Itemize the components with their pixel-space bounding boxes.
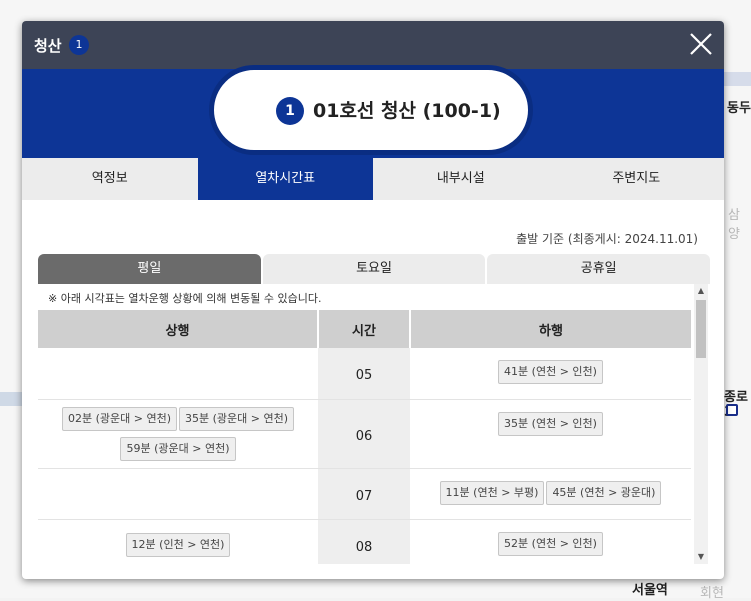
hour-cell: 05 <box>318 348 410 400</box>
map-station-marker <box>726 404 738 416</box>
tab-saturday[interactable]: 토요일 <box>262 254 486 284</box>
up-cell <box>38 468 318 520</box>
map-label: 동두 <box>727 101 751 116</box>
tab-weekday[interactable]: 평일 <box>38 254 261 284</box>
timetable-content: 출발 기준 (최종게시: 2024.11.01) 평일 토요일 공휴일 ※ 아래… <box>22 200 724 564</box>
line-badge: 1 <box>69 35 89 55</box>
scroll-up-icon[interactable]: ▲ <box>694 284 708 298</box>
table-row: 12분 (인천 > 연천) 08 52분 (연천 > 인천) <box>38 519 691 564</box>
down-cell: 11분 (연천 > 부평) 45분 (연천 > 광운대) <box>410 468 691 520</box>
table-row: 05 41분 (연천 > 인천) <box>38 348 691 400</box>
departure-chip[interactable]: 02분 (광운대 > 연천) <box>61 406 177 431</box>
header-up: 상행 <box>38 310 319 348</box>
up-cell: 12분 (인천 > 연천) <box>38 519 318 564</box>
timetable-scroll-area[interactable]: ※ 아래 시각표는 열차운행 상황에 의해 변동될 수 있습니다. 상행 시간 … <box>38 284 708 564</box>
timetable: 상행 시간 하행 05 41분 (연천 > 인천) 02분 (광운대 > 연천) 35… <box>38 310 691 564</box>
day-tabs: 평일 토요일 공휴일 <box>38 254 711 284</box>
vertical-scrollbar[interactable]: ▲ ▼ <box>694 284 708 564</box>
scroll-down-icon[interactable]: ▼ <box>694 550 708 564</box>
header-hour: 시간 <box>318 310 411 348</box>
info-tabs: 역정보 열차시간표 내부시설 주변지도 <box>22 158 724 200</box>
tab-nearby-map[interactable]: 주변지도 <box>548 158 724 200</box>
departure-chip[interactable]: 12분 (인천 > 연천) <box>125 532 231 557</box>
table-row: 07 11분 (연천 > 부평) 45분 (연천 > 광운대) <box>38 468 691 520</box>
departure-chip[interactable]: 41분 (연천 > 인천) <box>498 360 603 384</box>
departure-chip[interactable]: 35분 (연천 > 인천) <box>498 411 603 436</box>
departure-chip[interactable]: 45분 (연천 > 광운대) <box>546 480 662 505</box>
hour-cell: 06 <box>318 399 410 469</box>
tab-timetable[interactable]: 열차시간표 <box>197 158 373 200</box>
station-banner: 1 01호선 청산 (100-1) <box>22 65 724 158</box>
station-pill: 1 01호선 청산 (100-1) <box>209 65 533 155</box>
close-icon[interactable] <box>688 31 714 57</box>
timetable-basis: 출발 기준 (최종게시: 2024.11.01) <box>516 232 698 246</box>
timetable-notice: ※ 아래 시각표는 열차운행 상황에 의해 변동될 수 있습니다. <box>48 292 322 305</box>
map-label: 서울역 <box>632 583 668 598</box>
down-cell: 41분 (연천 > 인천) <box>410 348 691 400</box>
departure-chip[interactable]: 59분 (광운대 > 연천) <box>120 436 236 461</box>
down-cell: 35분 (연천 > 인천) <box>410 399 691 469</box>
map-label: 회현 <box>700 586 724 601</box>
up-cell <box>38 348 318 400</box>
map-line <box>0 392 22 406</box>
station-dialog: 청산 1 1 01호선 청산 (100-1) 역정보 열차시간표 내부시설 주변… <box>22 21 724 579</box>
dialog-titlebar: 청산 1 <box>22 21 724 69</box>
station-name: 01호선 청산 (100-1) <box>313 100 501 122</box>
hour-cell: 07 <box>318 468 410 520</box>
map-line <box>724 72 751 86</box>
line-number-icon: 1 <box>276 97 304 125</box>
departure-chip[interactable]: 35분 (광운대 > 연천) <box>179 406 295 431</box>
departure-chip[interactable]: 52분 (연천 > 인천) <box>498 531 603 556</box>
map-label: 삼양 <box>728 208 740 242</box>
departure-chip[interactable]: 11분 (연천 > 부평) <box>439 480 545 505</box>
down-cell: 52분 (연천 > 인천) <box>410 519 691 564</box>
tab-facilities[interactable]: 내부시설 <box>373 158 549 200</box>
up-cell: 02분 (광운대 > 연천) 35분 (광운대 > 연천) 59분 (광운대 > 연… <box>38 399 318 469</box>
table-row: 02분 (광운대 > 연천) 35분 (광운대 > 연천) 59분 (광운대 > 연… <box>38 399 691 469</box>
hour-cell: 08 <box>318 519 410 564</box>
tab-holiday[interactable]: 공휴일 <box>487 254 711 284</box>
scrollbar-thumb[interactable] <box>696 300 706 358</box>
dialog-title: 청산 <box>34 37 62 55</box>
tab-station-info[interactable]: 역정보 <box>22 158 198 200</box>
header-down: 하행 <box>410 310 691 348</box>
